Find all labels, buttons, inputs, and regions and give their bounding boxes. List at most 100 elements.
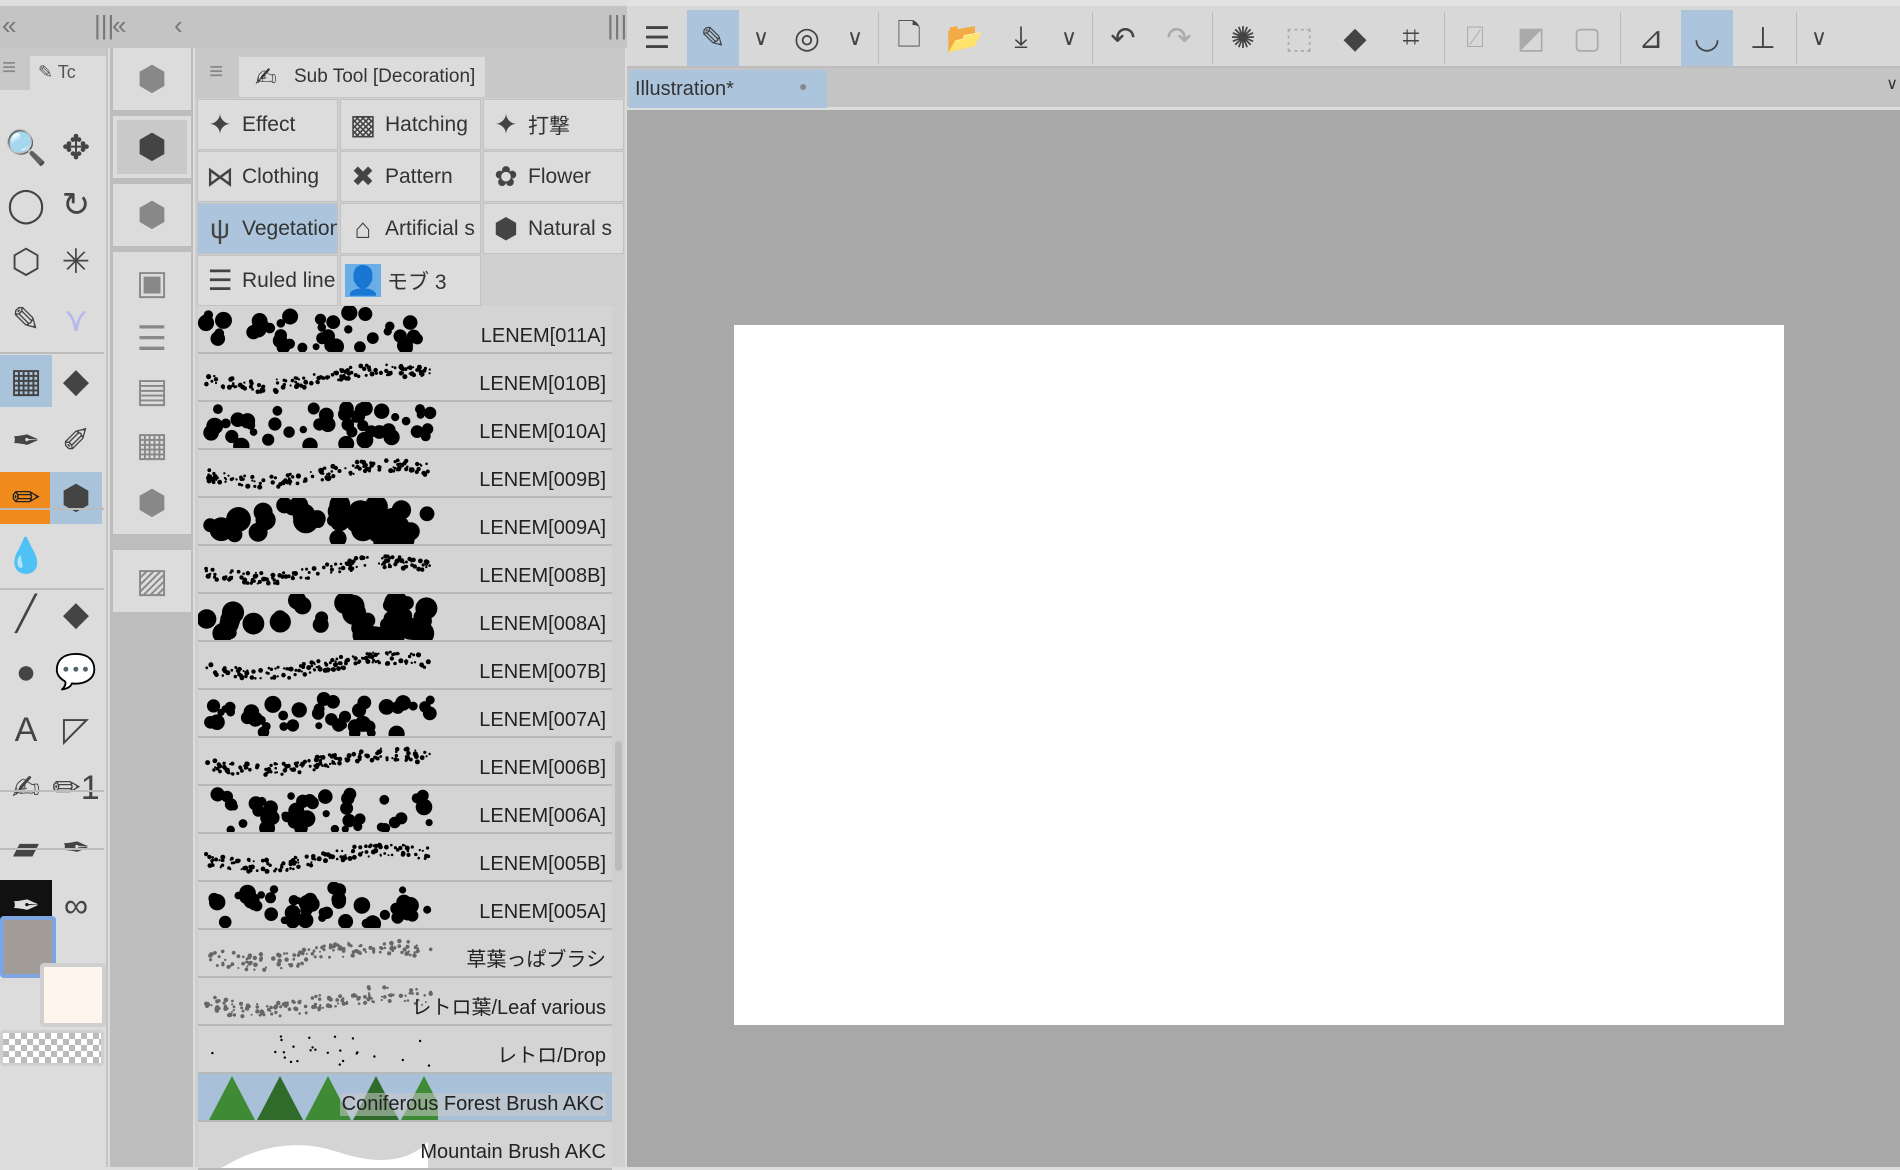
menu-button[interactable]: ☰ — [631, 10, 683, 66]
invert-selection-button[interactable]: ◩ — [1505, 10, 1557, 66]
correct-line-tool[interactable]: ✍ — [0, 762, 52, 814]
brush-list-item[interactable]: レトロ/Drop — [198, 1026, 612, 1074]
brush-list-item[interactable]: LENEM[006A] — [198, 786, 612, 834]
blend-tool[interactable]: 💧 — [0, 530, 52, 582]
brush-list-item[interactable]: 草葉っぱブラシ — [198, 930, 612, 978]
chevron-down-button[interactable]: ∨ — [1801, 10, 1837, 66]
brush-list-item[interactable]: LENEM[008A] — [198, 594, 612, 642]
frame-border-tool[interactable]: ◸ — [50, 704, 102, 756]
group-button[interactable]: ⋈ Clothing — [197, 151, 338, 202]
object-select-tool[interactable]: ⬡ — [0, 236, 52, 288]
pencil-1-tool[interactable]: ✏1 — [50, 762, 102, 814]
transparent-color-swatch[interactable] — [0, 1030, 104, 1066]
clear-selection-button[interactable]: ⍁ — [1449, 10, 1501, 66]
brush-list-item[interactable]: LENEM[008B] — [198, 546, 612, 594]
brush-list-item[interactable]: LENEM[010B] — [198, 354, 612, 402]
decoration-tool[interactable]: ⬢ — [50, 472, 102, 524]
group-button[interactable]: ⬢ Natural s — [483, 203, 624, 254]
scrollbar[interactable] — [612, 306, 625, 1167]
group-button[interactable]: ✿ Flower — [483, 151, 624, 202]
zoom-tool[interactable]: 🔍 — [0, 122, 52, 174]
sub-tool-target-button[interactable]: ⬢ — [113, 184, 191, 246]
fill-bucket-button[interactable]: ◆ — [1329, 10, 1381, 66]
eyedropper-tool[interactable]: ✎ — [0, 294, 52, 346]
canvas[interactable] — [734, 325, 1784, 1025]
menu-icon[interactable]: ≡ — [2, 54, 16, 82]
balloon-tool[interactable]: 💬 — [50, 646, 102, 698]
spiral-button[interactable]: ◎ — [781, 10, 833, 66]
select-dim-button[interactable]: ⬚ — [1273, 10, 1325, 66]
menu-icon[interactable]: ≡ — [209, 58, 223, 86]
brush-list-item[interactable]: レトロ葉/Leaf various — [198, 978, 612, 1026]
line-tool[interactable]: ╱ — [0, 588, 52, 640]
group-button[interactable]: ⌂ Artificial s — [340, 203, 481, 254]
selection-border-button[interactable]: ▢ — [1561, 10, 1613, 66]
group-button[interactable]: ✦ 打撃 — [483, 99, 624, 150]
document-tab[interactable]: Illustration* ● — [629, 70, 827, 108]
brush-list-item[interactable]: LENEM[010A] — [198, 402, 612, 450]
chevron-down-button[interactable]: ∨ — [1051, 10, 1087, 66]
brush-list-item[interactable]: LENEM[011A] — [198, 306, 612, 354]
loading-button[interactable]: ✺ — [1217, 10, 1269, 66]
brush-list-item[interactable]: LENEM[006B] — [198, 738, 612, 786]
auto-action-tool[interactable]: ⋎ — [50, 294, 102, 346]
chevron-down-button[interactable]: ∨ — [837, 10, 873, 66]
scrollbar-thumb[interactable] — [615, 741, 622, 871]
collapse-icon[interactable]: ‹ — [174, 10, 183, 41]
grid-button[interactable]: ▦ — [113, 414, 191, 476]
group-button[interactable]: ✖ Pattern — [340, 151, 481, 202]
new-file-button[interactable]: 🗋 — [883, 10, 935, 66]
bubbles-tool[interactable]: ∞ — [50, 880, 102, 932]
object-layers-button[interactable]: ⬢ — [113, 472, 191, 534]
group-button[interactable]: 👤 モブ 3 — [340, 255, 481, 306]
grid-snap-button[interactable]: ⊥ — [1737, 10, 1789, 66]
tool-tab[interactable]: ✎ Tc — [30, 56, 106, 92]
chevron-down-button[interactable]: ∨ — [743, 10, 779, 66]
square-button[interactable]: ▣ — [113, 252, 191, 314]
brush-list-item[interactable]: LENEM[009A] — [198, 498, 612, 546]
group-button[interactable]: ✦ Effect — [197, 99, 338, 150]
collapse-left-icon[interactable]: « — [2, 10, 16, 41]
sub-color-swatch[interactable] — [40, 963, 106, 1027]
brush-list-item[interactable]: LENEM[005A] — [198, 882, 612, 930]
brush-tool-button[interactable]: ✎ — [687, 10, 739, 66]
rotate-tool[interactable]: ↻ — [50, 179, 102, 231]
eraser-tool[interactable]: ◆ — [50, 355, 102, 407]
ruler-snap-button[interactable]: ⊿ — [1625, 10, 1677, 66]
close-dot-icon[interactable]: ● — [799, 78, 807, 94]
save-button[interactable]: ⤓ — [995, 10, 1047, 66]
brush-list-item[interactable]: LENEM[005B] — [198, 834, 612, 882]
sub-tool-tab[interactable]: ✍ Sub Tool [Decoration] — [239, 57, 485, 97]
gradient-tool[interactable]: ● — [0, 646, 52, 698]
sub-tool-settings-button[interactable]: ⬢ — [113, 48, 191, 110]
decoration-category-button[interactable]: ⬢ — [113, 116, 191, 178]
pencil-tool[interactable]: ✐ — [50, 415, 102, 467]
grip-icon[interactable]: ||| — [607, 10, 627, 41]
brush-list-item[interactable]: LENEM[009B] — [198, 450, 612, 498]
group-button[interactable]: ▩ Hatching — [340, 99, 481, 150]
film-button[interactable]: ▤ — [113, 360, 191, 422]
brush-list-item[interactable]: Mountain Brush AKC — [198, 1122, 612, 1170]
text-tool[interactable]: A — [0, 704, 52, 756]
image-button[interactable]: ▨ — [113, 550, 191, 612]
brush-tool[interactable]: ✏ — [0, 472, 52, 524]
brush-list-item[interactable]: Coniferous Forest Brush AKC — [198, 1074, 612, 1122]
transform-button[interactable]: ⌗ — [1385, 10, 1437, 66]
special-ruler-snap-button[interactable]: ◡ — [1681, 10, 1733, 66]
move-tool[interactable]: ✥ — [50, 122, 102, 174]
undo-button[interactable]: ↶ — [1097, 10, 1149, 66]
brush-list-item[interactable]: LENEM[007B] — [198, 642, 612, 690]
collapse-all-icon[interactable]: « — [112, 10, 126, 41]
fill-tool[interactable]: ◆ — [50, 588, 102, 640]
magic-wand-tool[interactable]: ✳ — [50, 236, 102, 288]
chevron-down-icon[interactable]: ∨ — [1886, 74, 1898, 94]
brush-list-item[interactable]: LENEM[007A] — [198, 690, 612, 738]
airbrush-tool[interactable]: ▦ — [0, 355, 52, 407]
pen-tool[interactable]: ✒ — [0, 415, 52, 467]
lasso-tool[interactable]: ◯ — [0, 179, 52, 231]
group-button[interactable]: ☰ Ruled line — [197, 255, 338, 306]
redo-button[interactable]: ↷ — [1153, 10, 1205, 66]
group-button[interactable]: ψ Vegetation — [197, 203, 338, 254]
sub-tool-panel: ≡ ✍ Sub Tool [Decoration] ✦ Effect ▩ Hatchin… — [195, 48, 625, 1170]
open-folder-button[interactable]: 📂 — [939, 10, 991, 66]
